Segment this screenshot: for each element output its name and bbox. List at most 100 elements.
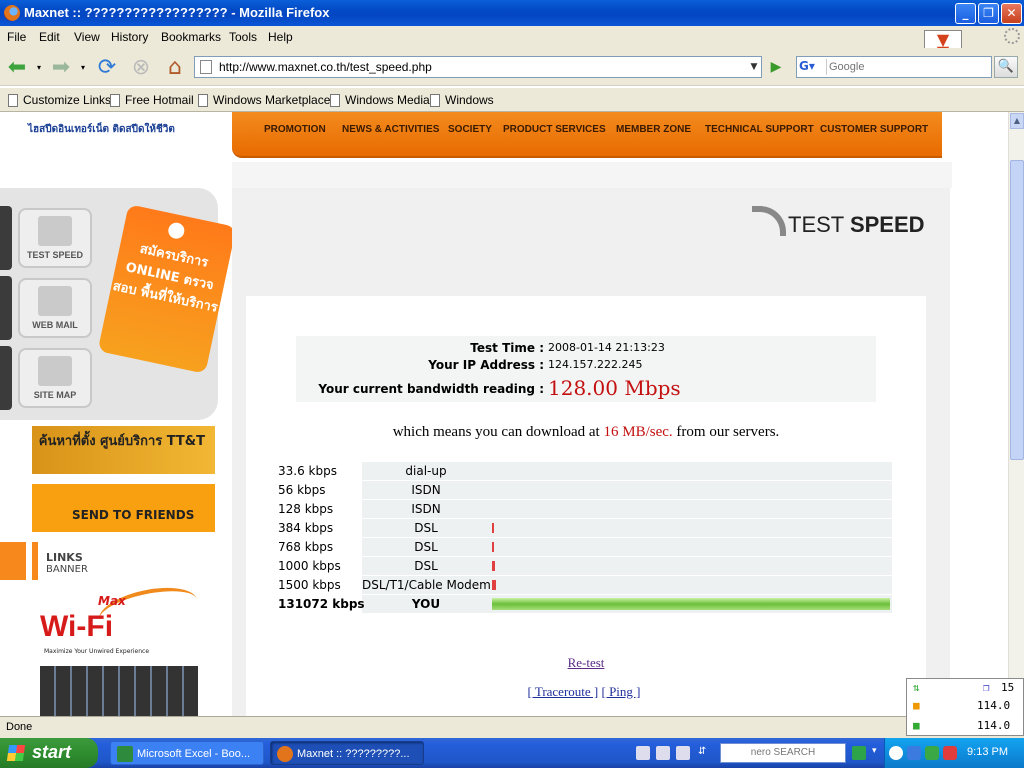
scroll-thumb[interactable] [1010, 160, 1024, 460]
menu-bookmarks[interactable]: Bookmarks [161, 30, 221, 44]
keyboard-icon[interactable] [656, 746, 670, 760]
speed-kbps: 56 kbps [278, 483, 326, 497]
nav-technical-support[interactable]: TECHNICAL SUPPORT [705, 124, 814, 135]
url-dropdown-icon[interactable]: ▼ [746, 57, 762, 77]
windows-flag-icon [6, 745, 26, 761]
start-button[interactable]: start [0, 738, 98, 768]
speed-kbps: 1500 kbps [278, 578, 341, 592]
bandwidth-row: Your current bandwidth reading : 128.00 … [296, 376, 876, 400]
green-indicator-icon: ■ [913, 719, 920, 732]
speed-row: 33.6 kbps dial-up [276, 462, 892, 481]
search-icon[interactable]: 🔍 [994, 56, 1018, 78]
download-rate: 16 MB/sec. [603, 424, 673, 440]
send-to-friends-banner[interactable]: SEND TO FRIENDS [32, 484, 215, 532]
bookmark-windows[interactable]: Windows [430, 93, 494, 107]
bookmark-windows-marketplace[interactable]: Windows Marketplace [198, 93, 330, 107]
web-mail-button[interactable]: WEB MAIL [18, 278, 92, 338]
nav-product-services[interactable]: PRODUCT SERVICES [503, 124, 606, 135]
promo-tag-text: สมัครบริการ ONLINE ตรวจสอบ พื้นที่ให้บริ… [111, 241, 220, 316]
wifi-brand: Max [98, 594, 126, 608]
bookmark-page-icon [8, 93, 18, 107]
tray-network-icon[interactable] [907, 746, 921, 760]
tag-hole [166, 221, 186, 241]
nav-customer-support[interactable]: CUSTOMER SUPPORT [820, 124, 928, 135]
diagnostic-links: [ Traceroute ] [ Ping ] [494, 684, 674, 700]
home-button[interactable]: ⌂ [162, 54, 188, 80]
nav-society[interactable]: SOCIETY [448, 124, 492, 135]
minimize-button[interactable]: _ [955, 3, 976, 24]
close-button[interactable]: ✕ [1001, 3, 1022, 24]
retest-link[interactable]: Re-test [546, 655, 626, 671]
task-excel[interactable]: Microsoft Excel - Boo... [110, 741, 264, 765]
side-tab-handle[interactable] [0, 206, 12, 270]
system-tray: 9:13 PM [884, 738, 1024, 768]
pen-tool-icon[interactable] [636, 746, 650, 760]
test-speed-button[interactable]: TEST SPEED [18, 208, 92, 268]
ping-link[interactable]: [ Ping ] [602, 684, 641, 699]
speed-type: DSL/T1/Cable Modem [362, 578, 491, 592]
find-service-center-banner[interactable]: ค้นหาที่ตั้ง ศูนย์บริการ TT&T [32, 426, 215, 474]
search-box[interactable]: G▾ [796, 56, 992, 78]
tray-app-icon[interactable] [943, 746, 957, 760]
back-history-icon[interactable]: ▾ [34, 54, 44, 80]
window-stack-icon: ❐ [983, 681, 990, 694]
bookmark-free-hotmail[interactable]: Free Hotmail [110, 93, 194, 107]
site-logo[interactable]: ไฮสปีดอินเทอร์เน็ต ติดสปีดให้ชีวิต [28, 112, 175, 137]
forward-button[interactable]: ➡ [48, 54, 74, 80]
signal-icon [38, 216, 72, 246]
start-label: start [32, 742, 72, 762]
site-map-button[interactable]: SITE MAP [18, 348, 92, 408]
traceroute-link[interactable]: [ Traceroute ] [527, 684, 598, 699]
bookmark-customize-links[interactable]: Customize Links [8, 93, 111, 107]
scroll-up-icon[interactable]: ▲ [1010, 113, 1024, 129]
bookmark-page-icon [330, 93, 340, 107]
ip-address-value: 124.157.222.245 [548, 358, 643, 371]
search-input[interactable] [829, 59, 987, 75]
network-meter-widget[interactable]: ⇅ ❐ 15 ■ 114.0 ■ 114.0 [906, 678, 1024, 736]
url-bar[interactable] [194, 56, 762, 78]
your-speed-bar [492, 598, 890, 610]
excel-icon [117, 746, 133, 762]
task-firefox[interactable]: Maxnet :: ?????????... [270, 741, 424, 765]
menu-file[interactable]: File [7, 30, 26, 44]
go-button[interactable]: ▶ [766, 57, 786, 77]
menu-tools[interactable]: Tools [229, 30, 257, 44]
nav-promotion[interactable]: PROMOTION [264, 124, 326, 135]
nav-member-zone[interactable]: MEMBER ZONE [616, 124, 691, 135]
side-tab-handle[interactable] [0, 276, 12, 340]
nav-news-activities[interactable]: NEWS & ACTIVITIES [342, 124, 439, 135]
speed-type: dial-up [405, 464, 447, 478]
ip-address-row: Your IP Address : 124.157.222.245 [296, 358, 876, 374]
arrow-go-icon[interactable] [852, 746, 866, 760]
url-input[interactable] [219, 59, 739, 75]
taskbar: start Microsoft Excel - Boo... Maxnet ::… [0, 738, 1024, 768]
help-icon[interactable] [676, 746, 690, 760]
nero-search-box[interactable]: nero SEARCH [720, 743, 846, 763]
wifi-tagline: Maximize Your Unwired Experience [44, 648, 150, 655]
tray-security-icon[interactable] [925, 746, 939, 760]
links-banner-accent [0, 542, 26, 580]
menu-history[interactable]: History [111, 30, 148, 44]
restore-button[interactable]: ❐ [978, 3, 999, 24]
bookmark-windows-media[interactable]: Windows Media [330, 93, 430, 107]
toolbar-options-icon[interactable]: ⇵ [698, 746, 712, 760]
menu-view[interactable]: View [74, 30, 100, 44]
bookmark-label: Free Hotmail [125, 93, 194, 107]
bookmark-label: Windows Media [345, 93, 430, 107]
side-tab-handle[interactable] [0, 346, 12, 410]
menu-edit[interactable]: Edit [39, 30, 60, 44]
menu-help[interactable]: Help [268, 30, 293, 44]
vertical-scrollbar[interactable]: ▲ [1008, 112, 1024, 716]
test-info-box: Test Time : 2008-01-14 21:13:23 Your IP … [296, 336, 876, 402]
reload-button[interactable]: ⟳ [94, 54, 120, 80]
back-button[interactable]: ⬅ [4, 54, 30, 80]
bookmark-label: Customize Links [23, 93, 112, 107]
stop-button[interactable]: ⊗ [128, 54, 154, 80]
forward-history-icon[interactable]: ▾ [78, 54, 88, 80]
speed-type: YOU [411, 597, 441, 611]
side-button-label: WEB MAIL [32, 320, 78, 330]
tray-back-icon[interactable] [889, 746, 903, 760]
google-engine-icon[interactable]: G▾ [799, 59, 827, 75]
server-room-image[interactable] [40, 666, 198, 716]
max-wifi-banner[interactable]: Max Wi-Fi Maximize Your Unwired Experien… [38, 580, 202, 658]
